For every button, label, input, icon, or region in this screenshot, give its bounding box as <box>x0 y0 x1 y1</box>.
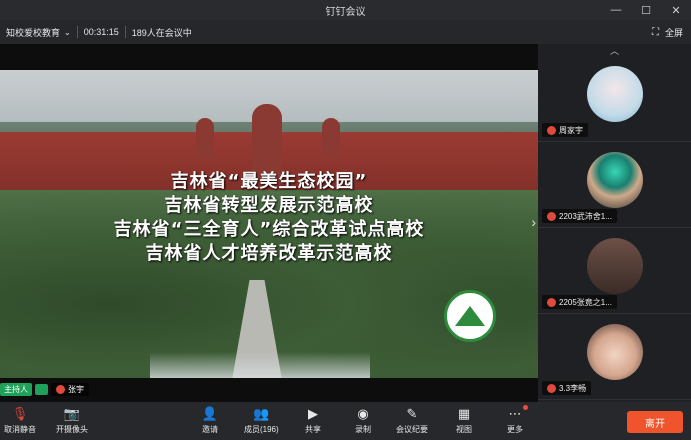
window-title: 钉钉会议 <box>325 6 366 18</box>
mic-off-icon <box>547 125 556 135</box>
members-label: 成员(196) <box>244 425 279 434</box>
divider <box>76 26 78 38</box>
title-bar: 钉钉会议 — ☐ ✕ <box>0 0 691 20</box>
mic-off-icon <box>56 384 65 394</box>
meeting-toolbar: 🎙 取消静音 📷 开摄像头 👤 邀请 👥 成员(196) ▶ 共享 ◉ 录制 ✎… <box>0 402 691 440</box>
video-fountain <box>150 352 370 378</box>
add-user-icon: 👤 <box>201 406 219 421</box>
avatar <box>587 66 643 122</box>
video-caption: 吉林省“最美生态校园” 吉林省转型发展示范高校 吉林省“三全育人”综合改革试点高… <box>0 170 538 266</box>
mic-off-icon <box>547 297 556 307</box>
video-tower <box>196 118 214 158</box>
org-name: 知校爱校教育 <box>6 27 61 38</box>
camera-label: 开摄像头 <box>56 425 88 434</box>
speaker-name-tag: 张宇 <box>51 382 89 396</box>
caption-line: 吉林省“最美生态校园” <box>170 171 368 192</box>
minimize-icon[interactable]: — <box>601 0 631 20</box>
record-label: 录制 <box>355 425 371 434</box>
avatar <box>587 324 643 380</box>
avatar <box>587 152 643 208</box>
meeting-window: 钉钉会议 — ☐ ✕ 知校爱校教育 ⌄ 00:31:15 189人在会议中 ⛶ … <box>0 0 691 440</box>
participant-sidebar: ︿ 周家宇 2203武沛舍1... 2205张竟之1... 3.3李畅 <box>538 44 691 412</box>
camera-off-icon: 📷 <box>63 406 81 421</box>
caption-line: 吉林省转型发展示范高校 <box>164 195 374 216</box>
participant-tile[interactable]: 2205张竟之1... <box>538 228 691 314</box>
participant-name: 3.3李畅 <box>559 383 587 393</box>
share-button[interactable]: ▶ 共享 <box>303 406 323 435</box>
camera-button[interactable]: 📷 开摄像头 <box>56 406 88 435</box>
notification-dot <box>523 405 528 410</box>
invite-label: 邀请 <box>202 425 218 434</box>
close-icon[interactable]: ✕ <box>661 0 691 20</box>
leave-button[interactable]: 离开 <box>627 411 683 433</box>
speaker-tag: 主持人 张宇 <box>0 381 89 397</box>
caption-line: 吉林省人才培养改革示范高校 <box>145 243 393 264</box>
participant-label: 周家宇 <box>542 123 588 137</box>
mic-off-icon: 🎙 <box>11 406 29 421</box>
shared-video: 吉林省“最美生态校园” 吉林省转型发展示范高校 吉林省“三全育人”综合改革试点高… <box>0 70 538 378</box>
minutes-icon: ✎ <box>406 406 418 421</box>
participant-name: 2205张竟之1... <box>559 297 612 307</box>
chevron-down-icon: ⌄ <box>64 27 71 37</box>
participant-tile[interactable]: 3.3李畅 <box>538 314 691 400</box>
minutes-label: 会议纪要 <box>396 425 428 434</box>
shared-screen-stage: — ⤢ ✕ 吉林省“最美生态校园” 吉林省转型发展示范高校 吉林省“三全育人”综… <box>0 44 538 402</box>
participant-label: 3.3李畅 <box>542 381 592 395</box>
avatar <box>587 238 643 294</box>
fullscreen-label: 全屏 <box>664 27 683 38</box>
window-controls: — ☐ ✕ <box>601 0 691 20</box>
divider <box>124 26 126 38</box>
grid-view-icon: ▦ <box>457 406 471 421</box>
record-icon: ◉ <box>357 406 369 421</box>
fullscreen-button[interactable]: ⛶ 全屏 <box>652 20 683 44</box>
chevron-up-icon[interactable]: ︿ <box>538 44 691 56</box>
participant-name: 周家宇 <box>559 125 583 135</box>
minutes-button[interactable]: ✎ 会议纪要 <box>396 406 428 435</box>
speaker-name: 张宇 <box>68 384 84 394</box>
participant-tile[interactable]: 周家宇 <box>538 56 691 142</box>
view-label: 视图 <box>456 425 472 434</box>
view-button[interactable]: ▦ 视图 <box>454 406 474 435</box>
participant-label: 2203武沛舍1... <box>542 209 617 223</box>
members-icon: 👥 <box>253 406 270 421</box>
more-button[interactable]: ⋯ 更多 <box>505 405 528 435</box>
fullscreen-icon: ⛶ <box>651 26 659 38</box>
mic-off-icon <box>547 383 556 393</box>
mic-off-icon <box>547 211 556 221</box>
meeting-info-bar: 知校爱校教育 ⌄ 00:31:15 189人在会议中 ⛶ 全屏 <box>0 20 691 44</box>
members-button[interactable]: 👥 成员(196) <box>244 406 279 435</box>
more-label: 更多 <box>507 425 523 434</box>
participant-label: 2205张竟之1... <box>542 295 617 309</box>
more-icon: ⋯ <box>505 405 528 422</box>
invite-button[interactable]: 👤 邀请 <box>200 406 220 435</box>
record-button[interactable]: ◉ 录制 <box>353 406 373 435</box>
org-selector[interactable]: 知校爱校教育 ⌄ <box>0 26 71 39</box>
video-tower <box>322 118 340 158</box>
meeting-duration: 00:31:15 <box>83 27 119 37</box>
maximize-icon[interactable]: ☐ <box>631 0 661 20</box>
participant-name: 2203武沛舍1... <box>559 211 612 221</box>
participant-tile[interactable]: 2203武沛舍1... <box>538 142 691 228</box>
caption-line: 吉林省“三全育人”综合改革试点高校 <box>113 219 425 240</box>
share-screen-icon: ▶ <box>308 406 318 421</box>
unmute-label: 取消静音 <box>4 425 36 434</box>
chevron-right-icon[interactable]: › <box>531 214 536 230</box>
host-badge: 主持人 <box>0 382 32 396</box>
share-label: 共享 <box>305 425 321 434</box>
school-logo <box>444 290 496 342</box>
attendee-count: 189人在会议中 <box>131 27 192 38</box>
chat-icon <box>35 383 48 395</box>
unmute-button[interactable]: 🎙 取消静音 <box>4 406 36 435</box>
